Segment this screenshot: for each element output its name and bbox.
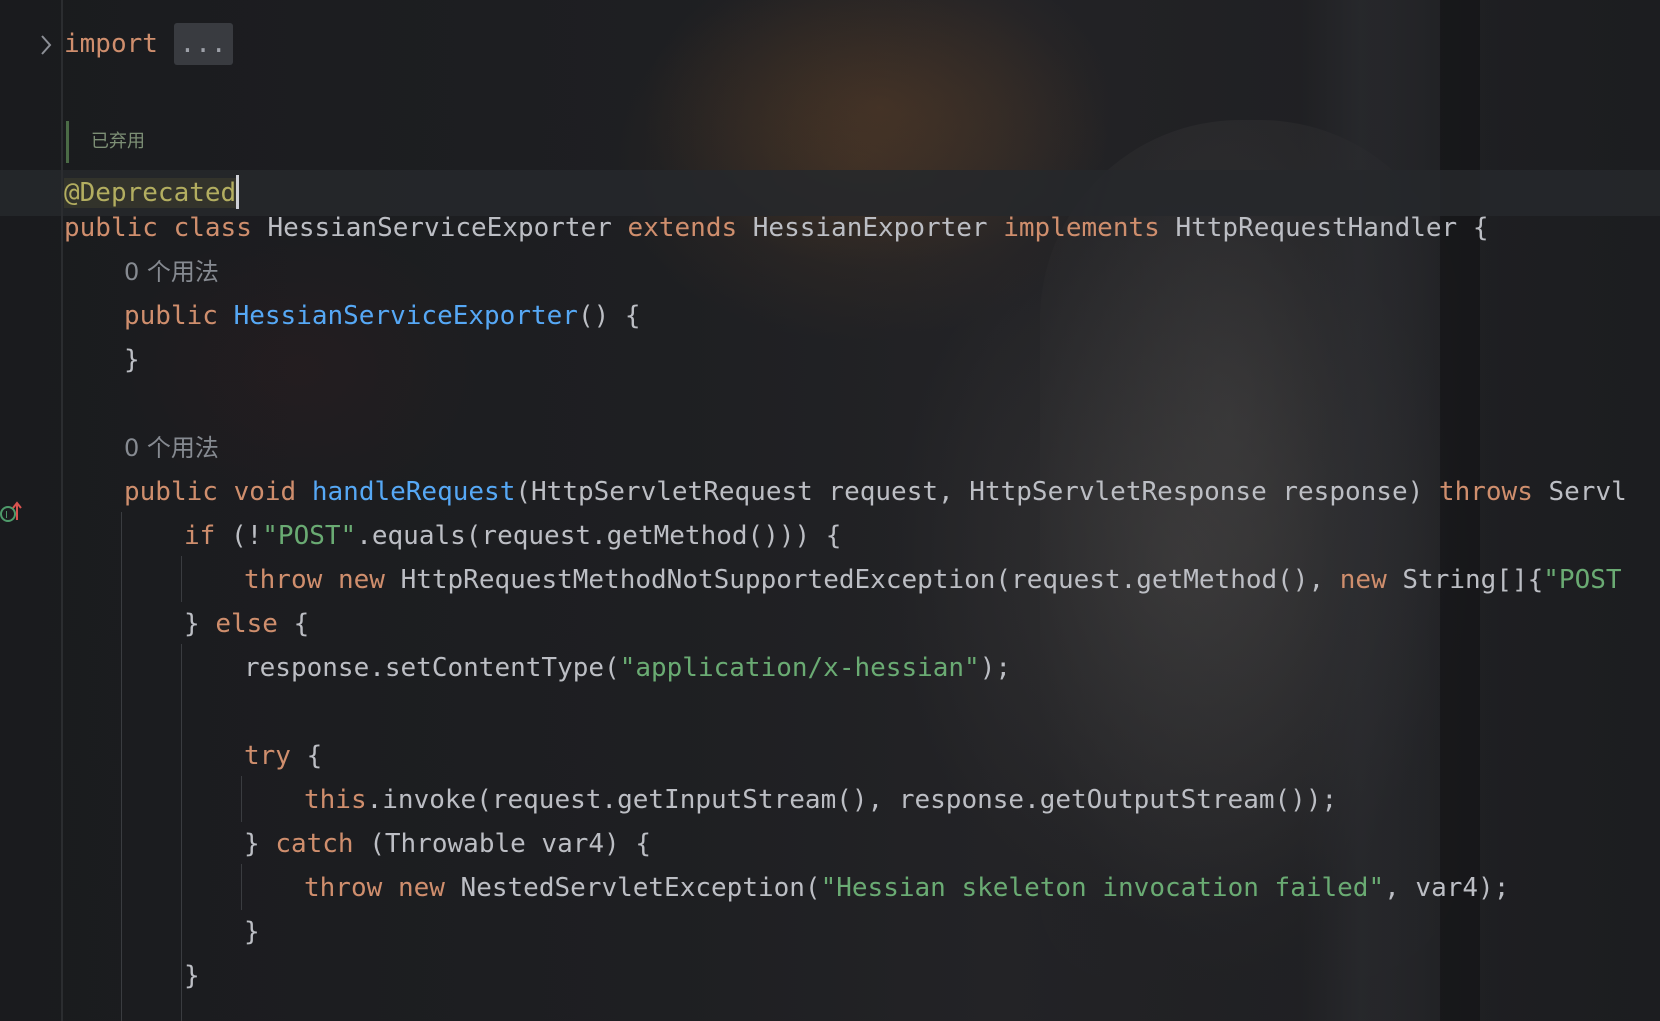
indent-guide — [241, 776, 242, 822]
code-text: } — [184, 609, 216, 639]
if-keyword: if — [184, 521, 216, 551]
extends-keyword: extends — [627, 213, 738, 243]
class-name: HessianServiceExporter — [267, 213, 612, 243]
code-text: .invoke(request.getInputStream(), respon… — [366, 785, 1338, 815]
code-text: { — [290, 741, 323, 771]
string-literal: "application/x-hessian" — [619, 653, 980, 683]
deprecated-annotation: @Deprecated — [64, 178, 237, 208]
string-literal: "Hessian skeleton invocation failed" — [820, 873, 1385, 903]
else-line[interactable]: } else { — [184, 601, 309, 647]
try-line[interactable]: try { — [244, 733, 322, 779]
code-text: HttpRequestMethodNotSupportedException(r… — [400, 565, 1340, 595]
import-fold-line[interactable]: import ... — [64, 21, 233, 67]
indent-guide — [241, 864, 242, 910]
class-keyword: class — [173, 213, 252, 243]
closing-brace: } — [244, 917, 260, 947]
code-text: (Throwable var4) { — [353, 829, 652, 859]
set-content-type-line[interactable]: response.setContentType("application/x-h… — [244, 645, 1011, 691]
indent-guide — [121, 512, 122, 1021]
constructor-line[interactable]: public HessianServiceExporter() { — [124, 293, 641, 339]
string-literal: "POST — [1543, 565, 1622, 595]
constructor-close-line[interactable]: } — [124, 337, 140, 383]
throw-statement-line[interactable]: throw new NestedServletException("Hessia… — [304, 865, 1509, 911]
code-text: (! — [215, 521, 263, 551]
catch-keyword: catch — [275, 829, 354, 859]
code-text: .equals(request.getMethod())) { — [356, 521, 842, 551]
svg-text:I: I — [5, 510, 8, 521]
implements-keyword: implements — [1003, 213, 1160, 243]
invoke-line[interactable]: this.invoke(request.getInputStream(), re… — [304, 777, 1337, 823]
public-keyword: public — [124, 477, 218, 507]
folded-imports-placeholder[interactable]: ... — [173, 23, 233, 65]
closing-brace: } — [184, 961, 200, 991]
this-keyword: this — [304, 785, 367, 815]
else-keyword: else — [215, 609, 278, 639]
throw-keyword: throw — [304, 873, 383, 903]
new-keyword: new — [337, 565, 385, 595]
method-declaration-line[interactable]: public void handleRequest(HttpServletReq… — [124, 469, 1627, 515]
else-close-line[interactable]: } — [184, 953, 200, 999]
usage-hint[interactable]: 0 个用法 — [124, 249, 219, 295]
void-keyword: void — [233, 477, 297, 507]
implementing-method-icon[interactable]: I — [0, 500, 24, 528]
public-keyword: public — [64, 213, 158, 243]
code-text: ); — [979, 653, 1012, 683]
closing-brace: } — [124, 345, 140, 375]
constructor-signature: () { — [577, 301, 641, 331]
exception-type: Servl — [1548, 477, 1627, 507]
interface-name: HttpRequestHandler — [1175, 213, 1458, 243]
class-declaration-line[interactable]: public class HessianServiceExporter exte… — [64, 205, 1489, 251]
throw-keyword: throw — [244, 565, 323, 595]
superclass-name: HessianExporter — [752, 213, 988, 243]
throws-keyword: throws — [1438, 477, 1533, 507]
gutter-separator — [61, 0, 63, 1021]
method-parameters: (HttpServletRequest request, HttpServlet… — [515, 477, 1424, 507]
catch-line[interactable]: } catch (Throwable var4) { — [244, 821, 651, 867]
code-editor[interactable]: import ... 已弃用 @Deprecated public class … — [0, 0, 1660, 1021]
try-keyword: try — [244, 741, 291, 771]
code-text: response.setContentType( — [244, 653, 620, 683]
new-keyword: new — [1339, 565, 1387, 595]
public-keyword: public — [124, 301, 218, 331]
if-statement-line[interactable]: if (!"POST".equals(request.getMethod()))… — [184, 513, 841, 559]
new-keyword: new — [397, 873, 445, 903]
text-caret — [236, 174, 240, 209]
throw-statement-line[interactable]: throw new HttpRequestMethodNotSupportedE… — [244, 557, 1622, 603]
code-text: NestedServletException( — [444, 873, 821, 903]
code-text: } — [244, 829, 276, 859]
indent-guide — [181, 644, 182, 1021]
rendered-doc-comment: 已弃用 — [66, 121, 145, 163]
constructor-name: HessianServiceExporter — [233, 301, 578, 331]
brace: { — [1457, 213, 1489, 243]
string-literal: "POST" — [262, 521, 357, 551]
chevron-right-icon[interactable] — [40, 34, 52, 56]
usage-hint[interactable]: 0 个用法 — [124, 425, 219, 471]
code-text: , var4); — [1384, 873, 1510, 903]
method-name: handleRequest — [311, 477, 516, 507]
catch-close-line[interactable]: } — [244, 909, 260, 955]
code-text: String[]{ — [1386, 565, 1544, 595]
indent-guide — [181, 556, 182, 602]
import-keyword: import — [64, 29, 158, 59]
code-text: { — [277, 609, 310, 639]
